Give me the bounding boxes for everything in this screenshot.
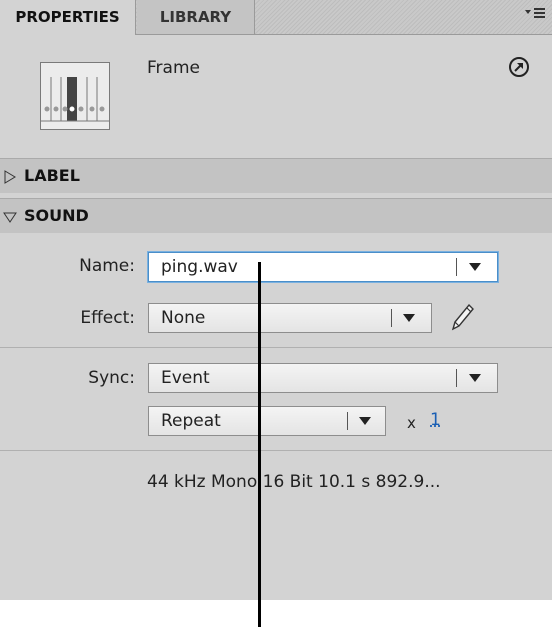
sound-sync-value: Event	[161, 368, 210, 388]
panel-menu-icon[interactable]	[524, 6, 546, 26]
goto-symbol-icon[interactable]	[508, 56, 530, 78]
section-title-label: LABEL	[24, 166, 80, 185]
divider	[0, 450, 552, 451]
sound-effect-dropdown[interactable]: None	[148, 303, 432, 333]
sound-sync-dropdown[interactable]: Event	[148, 363, 498, 393]
chevron-down-icon	[359, 417, 371, 425]
callout-line	[258, 262, 261, 627]
tab-properties[interactable]: PROPERTIES	[0, 0, 136, 35]
section-title-sound: SOUND	[24, 206, 89, 225]
tab-library[interactable]: LIBRARY	[137, 0, 255, 34]
sound-repeat-value: Repeat	[161, 411, 221, 431]
tab-bar: PROPERTIES LIBRARY	[0, 0, 552, 35]
properties-panel: PROPERTIES LIBRARY Frame LABEL SOUND Nam…	[0, 0, 552, 600]
sound-info-text: 44 kHz Mono 16 Bit 10.1 s 892.9...	[147, 472, 441, 492]
triangle-right-icon	[3, 169, 17, 184]
chevron-down-icon	[469, 263, 481, 271]
chevron-down-icon	[403, 314, 415, 322]
triangle-down-icon	[3, 209, 17, 223]
sound-repeat-dropdown[interactable]: Repeat	[148, 406, 386, 436]
pencil-icon[interactable]	[450, 302, 476, 332]
selection-type-label: Frame	[147, 58, 200, 78]
repeat-times-symbol: x	[407, 414, 416, 432]
divider	[0, 347, 552, 348]
effect-label: Effect:	[80, 308, 135, 328]
name-label: Name:	[79, 256, 135, 276]
sound-name-value: ping.wav	[161, 257, 238, 277]
chevron-down-icon	[469, 374, 481, 382]
frame-thumbnail-icon	[40, 62, 110, 130]
section-header-sound[interactable]: SOUND	[0, 198, 552, 233]
sync-label: Sync:	[88, 368, 135, 388]
sound-name-dropdown[interactable]: ping.wav	[148, 252, 498, 282]
section-header-label[interactable]: LABEL	[0, 158, 552, 193]
sound-effect-value: None	[161, 308, 206, 328]
repeat-count-field[interactable]: 1	[430, 410, 441, 430]
